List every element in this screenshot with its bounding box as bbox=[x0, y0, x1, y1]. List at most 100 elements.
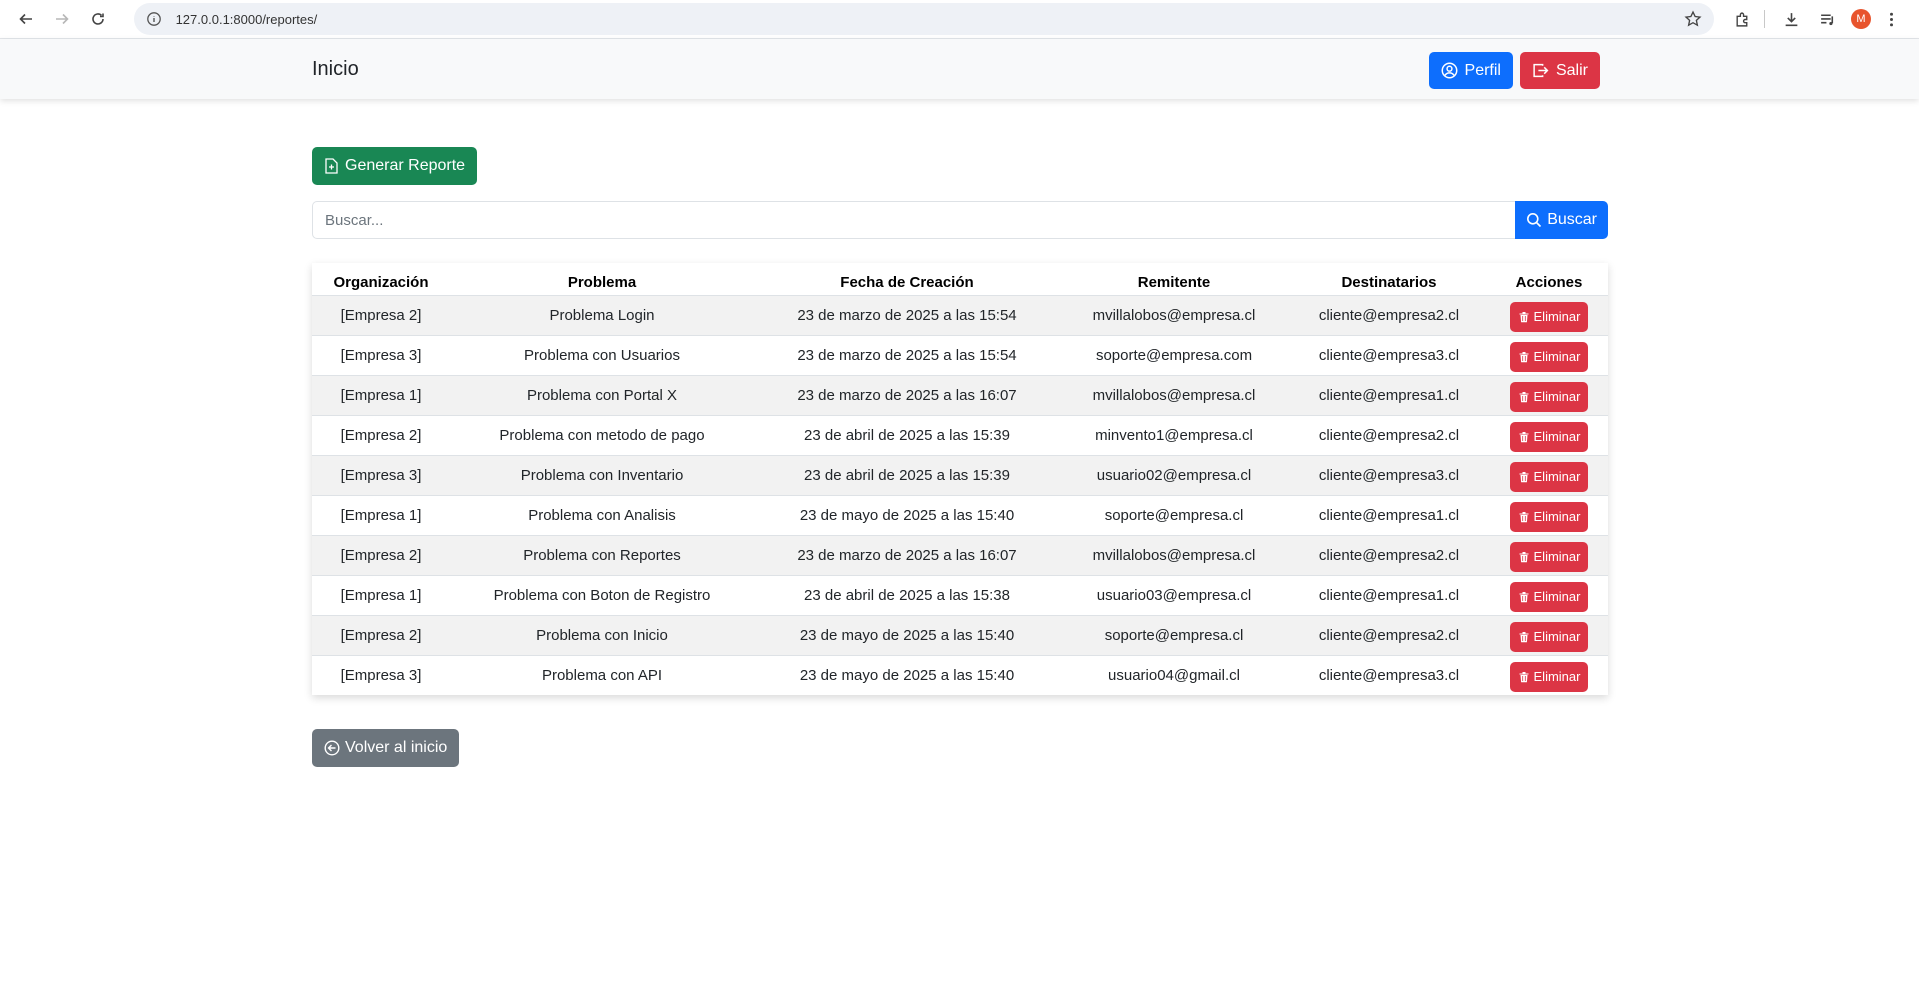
cell-fecha: 23 de abril de 2025 a las 15:39 bbox=[754, 414, 1060, 455]
eliminar-button[interactable]: Eliminar bbox=[1509, 301, 1589, 332]
cell-fecha: 23 de marzo de 2025 a las 16:07 bbox=[754, 534, 1060, 575]
header-destinatarios: Destinatarios bbox=[1341, 274, 1437, 292]
bookmark-star-icon[interactable] bbox=[1684, 10, 1702, 28]
eliminar-button[interactable]: Eliminar bbox=[1509, 661, 1589, 692]
cell-acciones: Eliminar bbox=[1490, 454, 1608, 495]
cell-org: [Empresa 1] bbox=[312, 574, 450, 615]
search-icon bbox=[1527, 213, 1542, 228]
cell-acciones: Eliminar bbox=[1490, 534, 1608, 575]
perfil-button[interactable]: Perfil bbox=[1428, 52, 1513, 89]
navbar-brand[interactable]: Inicio bbox=[312, 58, 359, 81]
menu-dots-icon[interactable] bbox=[1877, 4, 1907, 34]
volver-inicio-label: Volver al inicio bbox=[345, 739, 448, 756]
eliminar-button[interactable]: Eliminar bbox=[1509, 461, 1589, 492]
arrow-left-circle-icon bbox=[324, 740, 340, 756]
trash-icon bbox=[1519, 511, 1529, 522]
cell-fecha: 23 de marzo de 2025 a las 15:54 bbox=[754, 334, 1060, 375]
cell-remitente: mvillalobos@empresa.cl bbox=[1060, 294, 1288, 335]
cell-destinatarios: cliente@empresa2.cl bbox=[1288, 294, 1490, 335]
cell-destinatarios: cliente@empresa1.cl bbox=[1288, 494, 1490, 535]
cell-acciones: Eliminar bbox=[1490, 614, 1608, 655]
app-navbar: Inicio Perfil Salir bbox=[0, 39, 1919, 99]
address-bar[interactable]: 127.0.0.1:8000/reportes/ bbox=[133, 3, 1714, 35]
table-row: [Empresa 1] Problema con Boton de Registr… bbox=[312, 574, 1608, 615]
cell-org: [Empresa 2] bbox=[312, 294, 450, 335]
table-row: [Empresa 2] Problema Login 23 de marzo de … bbox=[312, 294, 1608, 335]
eliminar-button[interactable]: Eliminar bbox=[1509, 421, 1589, 452]
cell-fecha: 23 de abril de 2025 a las 15:39 bbox=[754, 454, 1060, 495]
site-info-icon[interactable] bbox=[146, 11, 162, 27]
volver-inicio-button[interactable]: Volver al inicio bbox=[312, 729, 460, 767]
file-plus-icon bbox=[325, 158, 338, 174]
table-row: [Empresa 1] Problema con Analisis 23 de ma… bbox=[312, 494, 1608, 535]
table-row: [Empresa 3] Problema con Usuarios 23 de ma… bbox=[312, 334, 1608, 375]
trash-icon bbox=[1519, 631, 1529, 642]
cell-acciones: Eliminar bbox=[1490, 574, 1608, 615]
table-row: [Empresa 2] Problema con Reportes 23 de ma… bbox=[312, 534, 1608, 575]
profile-avatar[interactable]: M bbox=[1850, 9, 1871, 29]
cell-problema: Problema con Portal X bbox=[450, 374, 754, 415]
cell-remitente: usuario02@empresa.cl bbox=[1060, 454, 1288, 495]
cell-destinatarios: cliente@empresa2.cl bbox=[1288, 414, 1490, 455]
salir-button[interactable]: Salir bbox=[1519, 52, 1600, 89]
table-row: [Empresa 2] Problema con metodo de pago 23… bbox=[312, 414, 1608, 455]
trash-icon bbox=[1519, 591, 1529, 602]
extensions-icon[interactable] bbox=[1728, 4, 1758, 34]
cell-fecha: 23 de mayo de 2025 a las 15:40 bbox=[754, 654, 1060, 695]
cell-remitente: usuario04@gmail.cl bbox=[1060, 654, 1288, 695]
eliminar-label: Eliminar bbox=[1533, 349, 1581, 364]
cell-remitente: usuario03@empresa.cl bbox=[1060, 574, 1288, 615]
cell-acciones: Eliminar bbox=[1490, 414, 1608, 455]
cell-problema: Problema con Usuarios bbox=[450, 334, 754, 375]
cell-org: [Empresa 2] bbox=[312, 414, 450, 455]
url-text[interactable]: 127.0.0.1:8000/reportes/ bbox=[176, 12, 1684, 27]
cell-acciones: Eliminar bbox=[1490, 334, 1608, 375]
cell-acciones: Eliminar bbox=[1490, 294, 1608, 335]
header-problema: Problema bbox=[567, 274, 637, 292]
eliminar-button[interactable]: Eliminar bbox=[1509, 541, 1589, 572]
generar-reporte-button[interactable]: Generar Reporte bbox=[312, 147, 478, 185]
generar-reporte-label: Generar Reporte bbox=[345, 157, 466, 174]
table-header-row: Organización Problema Fecha de Creación … bbox=[312, 263, 1608, 295]
trash-icon bbox=[1519, 551, 1529, 562]
reload-icon[interactable] bbox=[84, 5, 112, 33]
reports-table: Organización Problema Fecha de Creación … bbox=[312, 263, 1608, 695]
cell-org: [Empresa 1] bbox=[312, 374, 450, 415]
eliminar-label: Eliminar bbox=[1533, 669, 1581, 685]
cell-problema: Problema con Analisis bbox=[450, 494, 754, 535]
cell-remitente: soporte@empresa.com bbox=[1060, 334, 1288, 375]
eliminar-button[interactable]: Eliminar bbox=[1509, 341, 1589, 372]
cell-destinatarios: cliente@empresa3.cl bbox=[1288, 654, 1490, 695]
cell-remitente: minvento1@empresa.cl bbox=[1060, 414, 1288, 455]
eliminar-label: Eliminar bbox=[1533, 629, 1581, 644]
search-button[interactable]: Buscar bbox=[1515, 201, 1608, 239]
cell-org: [Empresa 3] bbox=[312, 334, 450, 375]
back-arrow-icon[interactable] bbox=[12, 5, 40, 33]
eliminar-button[interactable]: Eliminar bbox=[1509, 501, 1589, 532]
media-queue-icon[interactable] bbox=[1813, 4, 1843, 34]
search-form: Buscar bbox=[312, 201, 1608, 239]
cell-remitente: soporte@empresa.cl bbox=[1060, 614, 1288, 655]
eliminar-label: Eliminar bbox=[1533, 469, 1581, 484]
cell-problema: Problema con metodo de pago bbox=[450, 414, 754, 455]
trash-icon bbox=[1519, 351, 1529, 362]
eliminar-label: Eliminar bbox=[1533, 509, 1581, 524]
eliminar-label: Eliminar bbox=[1533, 429, 1581, 444]
trash-icon bbox=[1519, 471, 1529, 482]
download-icon[interactable] bbox=[1777, 4, 1807, 34]
cell-org: [Empresa 2] bbox=[312, 614, 450, 655]
cell-problema: Problema Login bbox=[450, 294, 754, 335]
eliminar-button[interactable]: Eliminar bbox=[1509, 621, 1589, 652]
header-remitente: Remitente bbox=[1137, 274, 1211, 292]
toolbar-separator bbox=[1763, 10, 1765, 28]
cell-problema: Problema con API bbox=[450, 654, 754, 695]
perfil-label: Perfil bbox=[1464, 61, 1501, 79]
forward-arrow-icon[interactable] bbox=[48, 5, 76, 33]
eliminar-button[interactable]: Eliminar bbox=[1509, 581, 1589, 612]
cell-fecha: 23 de marzo de 2025 a las 16:07 bbox=[754, 374, 1060, 415]
cell-org: [Empresa 2] bbox=[312, 534, 450, 575]
cell-problema: Problema con Inicio bbox=[450, 614, 754, 655]
search-input[interactable] bbox=[312, 201, 1516, 239]
eliminar-label: Eliminar bbox=[1533, 309, 1581, 324]
eliminar-button[interactable]: Eliminar bbox=[1509, 381, 1589, 412]
